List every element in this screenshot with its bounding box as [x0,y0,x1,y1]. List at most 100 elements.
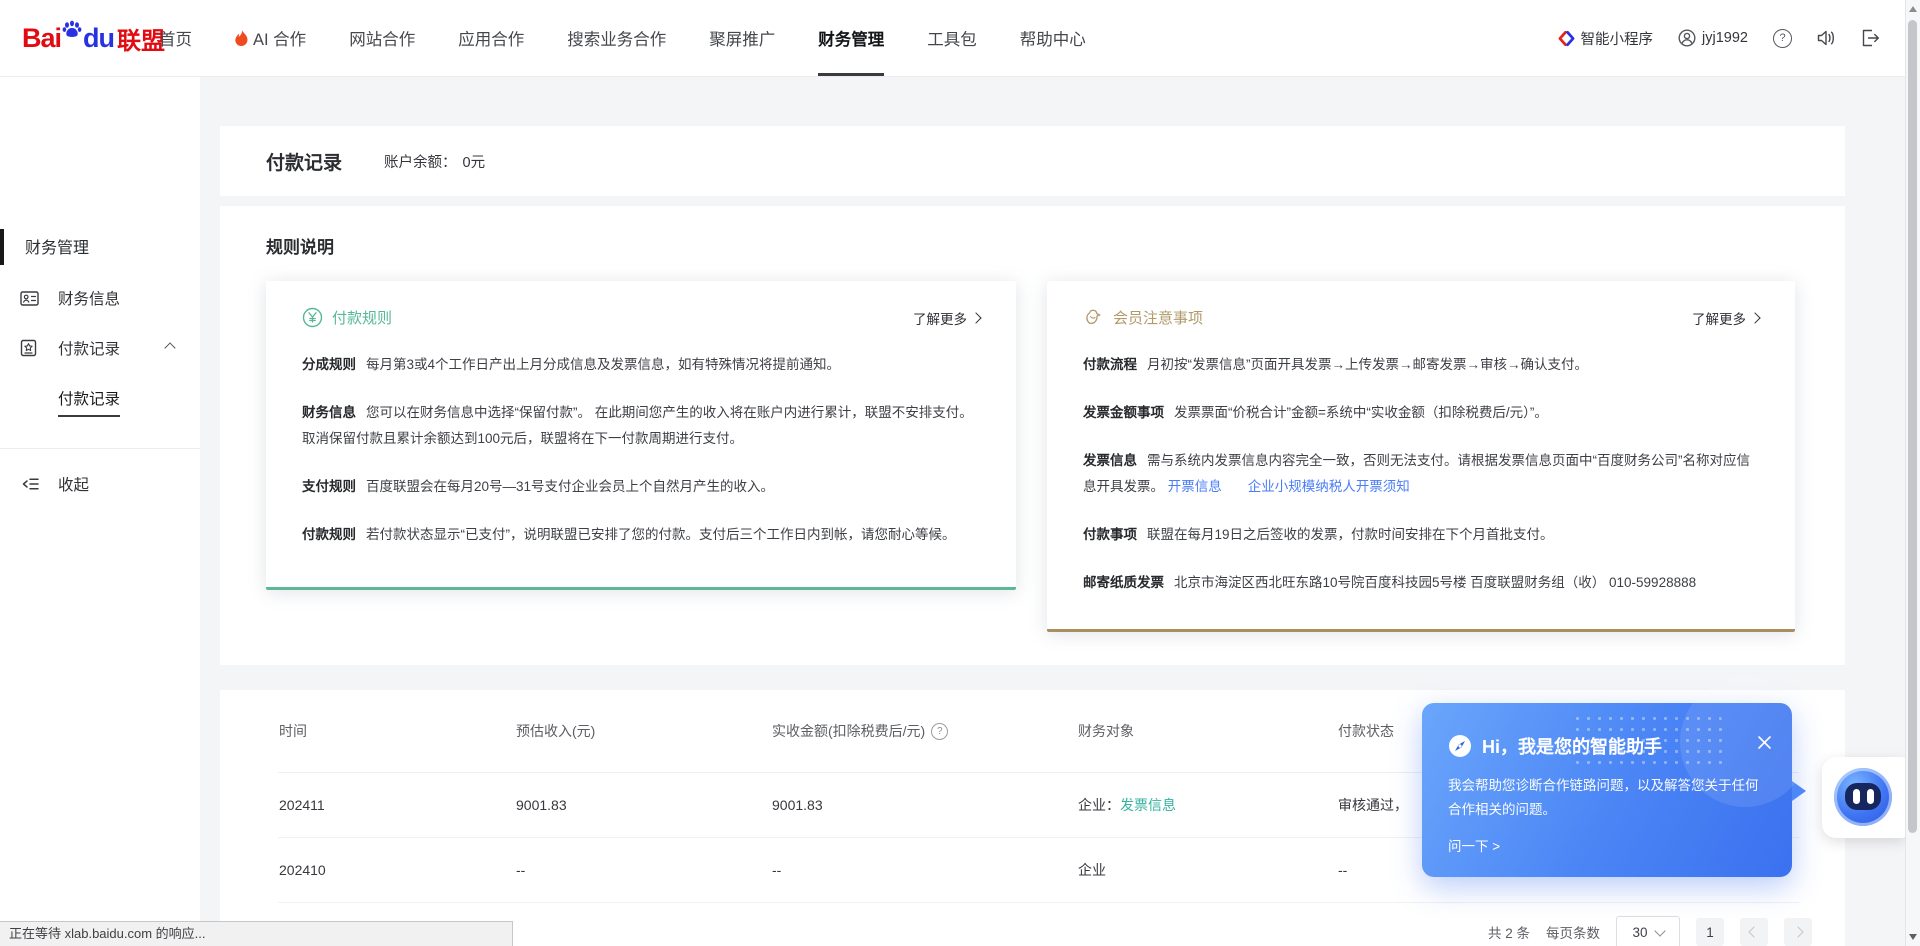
paw-icon [62,20,82,43]
member-notes-title: 会员注意事项 [1083,307,1203,328]
page-title: 付款记录 [266,148,342,175]
nav-screen-promo[interactable]: 聚屏推广 [709,0,775,76]
nav-app-coop[interactable]: 应用合作 [458,0,524,76]
cell-estimated: -- [515,838,771,903]
sound-icon[interactable] [1817,29,1836,47]
assistant-title: Hi，我是您的智能助手 [1482,733,1662,759]
cell-actual: 9001.83 [771,773,1077,838]
payment-rules-title: 付款规则 [302,307,392,328]
rule-item: 发票信息需与系统内发票信息内容完全一致，否则无法支付。请根据发票信息页面中“百度… [1083,448,1759,500]
rule-label: 发票信息 [1083,453,1137,468]
info-icon[interactable] [931,723,948,740]
total-count-label: 共 2 条 [1488,922,1530,942]
close-icon[interactable] [1757,735,1772,750]
rule-item: 分成规则每月第3或4个工作日产出上月分成信息及发票信息，如有特殊情况将提前通知。 [302,352,980,378]
cell-finance-object: 企业：发票信息 [1077,773,1337,838]
rule-label: 分成规则 [302,357,356,372]
member-notes-title-label: 会员注意事项 [1113,307,1203,328]
assistant-launcher[interactable] [1822,757,1906,838]
member-notes-more-link[interactable]: 了解更多 [1692,308,1759,328]
topbar: Bai du 联盟 首页 AI 合作 网站合作 应用合作 搜索业务合作 聚屏推广… [0,0,1920,77]
sidebar-item-payment-records[interactable]: 付款记录 [0,331,200,365]
scroll-up-arrow[interactable] [1909,6,1917,12]
rule-text: 发票票面“价税合计”金额=系统中“实收金额（扣除税费后/元）”。 [1174,405,1548,420]
logo-text-union: 联盟 [117,21,165,56]
topbar-right: 智能小程序 jyj1992 [1558,0,1880,76]
small-taxpayer-notice-link[interactable]: 企业小规模纳税人开票须知 [1248,479,1410,494]
smart-miniapp-entry[interactable]: 智能小程序 [1558,28,1654,49]
nav-finance-management[interactable]: 财务管理 [818,0,884,76]
sidebar: 财务管理 财务信息 付款记录 付款记录 收起 [0,76,200,946]
member-notes-card: 会员注意事项 了解更多 付款流程月初按“发票信息”页面开具发票→上传发票→邮寄发… [1047,281,1795,632]
nav-home[interactable]: 首页 [159,0,192,76]
rule-text: 百度联盟会在每月20号—31号支付企业会员上个自然月产生的收入。 [366,479,774,494]
assistant-popup-arrow [1792,781,1806,801]
assistant-ask-link[interactable]: 问一下 > [1448,835,1792,855]
nav-help-center[interactable]: 帮助中心 [1020,0,1086,76]
more-label: 了解更多 [913,308,967,328]
invoice-detail-link[interactable]: 发票信息 [1120,797,1176,813]
page-number-button[interactable]: 1 [1696,918,1724,946]
finance-info-icon [20,290,39,307]
nav-ai-coop[interactable]: AI 合作 [235,0,306,76]
cell-finance-object: 企业 [1077,838,1337,903]
rule-label: 付款事项 [1083,527,1137,542]
per-page-select[interactable]: 30 [1616,916,1680,946]
col-estimated-income: 预估收入(元) [515,690,771,773]
robot-eye [1867,789,1874,804]
chevron-right-icon [1749,312,1760,323]
col-actual-amount-label: 实收金额(扣除税费后/元) [772,721,925,741]
caret-down-icon [1654,925,1665,936]
robot-avatar [1834,768,1892,826]
rule-text: 北京市海淀区西北旺东路10号院百度科技园5号楼 百度联盟财务组（收） 010-5… [1174,575,1696,590]
rule-text: 月初按“发票信息”页面开具发票→上传发票→邮寄发票→审核→确认支付。 [1147,357,1588,372]
sidebar-collapse-button[interactable]: 收起 [0,468,200,500]
assistant-popup: Hi，我是您的智能助手 我会帮助您诊断合作链路问题，以及解答您关于任何合作相关的… [1422,703,1792,877]
next-page-button[interactable] [1784,918,1812,946]
cell-time: 202411 [278,773,515,838]
rule-item: 付款流程月初按“发票信息”页面开具发票→上传发票→邮寄发票→审核→确认支付。 [1083,352,1759,378]
payment-rules-more-link[interactable]: 了解更多 [913,308,980,328]
balance-value: 0元 [463,151,486,172]
prev-page-button[interactable] [1740,918,1768,946]
sidebar-subitem-payment-records-active[interactable]: 付款记录 [58,387,120,417]
invoice-info-link[interactable]: 开票信息 [1168,479,1222,494]
rule-text: 每月第3或4个工作日产出上月分成信息及发票信息，如有特殊情况将提前通知。 [366,357,840,372]
balance-label: 账户余额： [384,151,457,172]
rule-label: 付款规则 [302,527,356,542]
help-icon[interactable] [1773,29,1792,48]
dove-icon [1083,307,1104,328]
payment-rules-card: 付款规则 了解更多 分成规则每月第3或4个工作日产出上月分成信息及发票信息，如有… [266,281,1016,590]
rule-label: 邮寄纸质发票 [1083,575,1164,590]
compass-icon [1448,734,1472,758]
robot-face [1845,783,1881,810]
nav-website-coop[interactable]: 网站合作 [349,0,415,76]
flame-icon [235,30,248,46]
scrollbar-thumb[interactable] [1908,20,1917,833]
main-nav: 首页 AI 合作 网站合作 应用合作 搜索业务合作 聚屏推广 财务管理 工具包 … [159,0,1086,76]
nav-search-coop[interactable]: 搜索业务合作 [567,0,666,76]
logo-text-bai: Bai [22,23,61,54]
nav-ai-coop-label: AI 合作 [253,26,306,50]
assistant-message: 我会帮助您诊断合作链路问题，以及解答您关于任何合作相关的问题。 [1448,774,1760,822]
rule-label: 财务信息 [302,405,356,420]
rule-text: 若付款状态显示“已支付”，说明联盟已安排了您的付款。支付后三个工作日内到帐，请您… [366,527,956,542]
page-header-section: 付款记录 账户余额： 0元 [220,126,1845,196]
more-label: 了解更多 [1692,308,1746,328]
sidebar-item-finance-info[interactable]: 财务信息 [0,281,200,315]
rule-text: 您可以在财务信息中选择“保留付款”。 在此期间您产生的收入将在账户内进行累计，联… [302,405,973,446]
baidu-union-logo[interactable]: Bai du 联盟 [22,0,165,76]
nav-toolkit[interactable]: 工具包 [927,0,977,76]
logout-icon[interactable] [1861,29,1880,47]
per-page-value: 30 [1632,925,1647,940]
robot-eye [1853,789,1860,804]
chevron-right-icon [970,312,981,323]
cell-actual: -- [771,838,1077,903]
pagination: 共 2 条 每页条数 30 1 [1488,916,1812,946]
sidebar-section-title: 财务管理 [25,234,89,258]
collapse-label: 收起 [58,473,89,495]
scroll-down-arrow[interactable] [1909,934,1917,940]
coin-icon [302,307,323,328]
payment-record-icon [20,339,37,357]
user-account[interactable]: jyj1992 [1678,29,1748,47]
